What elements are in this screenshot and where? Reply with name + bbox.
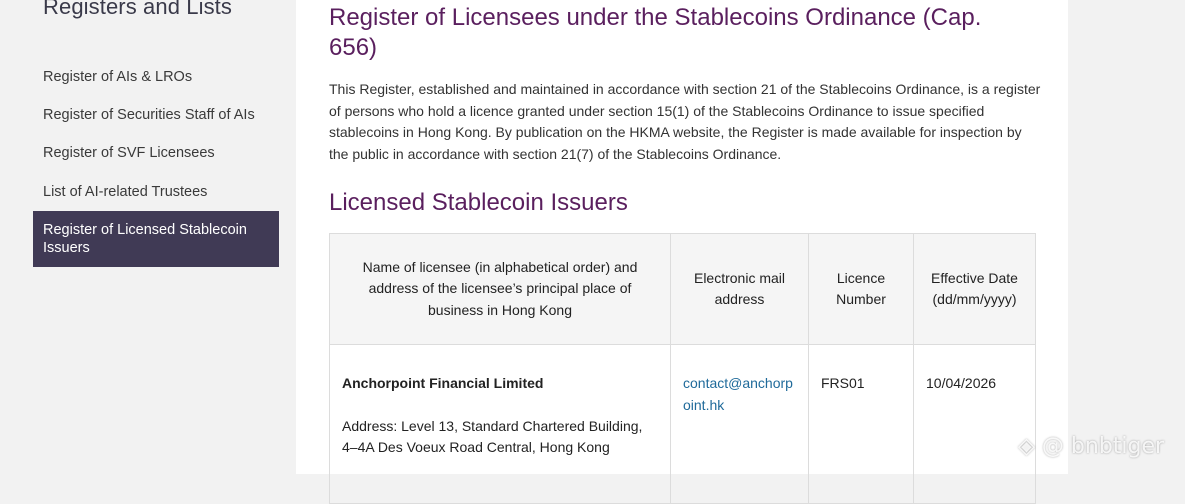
sidebar-item-licensed-stablecoin-issuers[interactable]: Register of Licensed Stablecoin Issuers <box>33 211 279 267</box>
page-title: Register of Licensees under the Stableco… <box>329 4 982 61</box>
sidebar-item-register-securities-staff[interactable]: Register of Securities Staff of AIs <box>43 106 278 125</box>
column-header-email: Electronic mail address <box>670 233 809 345</box>
cell-licence-number: FRS01 <box>808 344 914 504</box>
section-title: Licensed Stablecoin Issuers <box>329 189 628 216</box>
sidebar-item-ai-related-trustees[interactable]: List of AI-related Trustees <box>43 183 278 202</box>
column-header-licence-number: Licence Number <box>808 233 914 345</box>
cell-effective-date: 10/04/2026 <box>913 344 1036 504</box>
column-header-effective-date: Effective Date (dd/mm/yyyy) <box>913 233 1036 345</box>
sidebar-nav: Registers and Lists Register of AIs & LR… <box>0 0 296 474</box>
binance-square-icon: ◈ <box>1018 434 1035 459</box>
watermark-text: @ bnbtiger <box>1041 434 1165 459</box>
sidebar-item-register-ais-lros[interactable]: Register of AIs & LROs <box>43 68 278 87</box>
main-content: Register of Licensees under the Stableco… <box>296 0 1068 504</box>
column-header-licensee: Name of licensee (in alphabetical order)… <box>329 233 671 345</box>
licensee-name: Anchorpoint Financial Limited <box>342 375 544 391</box>
sidebar-item-register-svf-licensees[interactable]: Register of SVF Licensees <box>43 144 278 163</box>
table-row: Anchorpoint Financial Limited Address: L… <box>329 344 1036 504</box>
watermark: ◈ @ bnbtiger <box>1018 434 1164 459</box>
cell-email: contact@anchorpoint.hk <box>670 344 809 504</box>
sidebar-heading: Registers and Lists <box>43 0 232 19</box>
intro-paragraph: This Register, established and maintaine… <box>329 81 1041 162</box>
table-header-row: Name of licensee (in alphabetical order)… <box>329 233 1036 345</box>
email-link[interactable]: contact@anchorpoint.hk <box>683 375 793 413</box>
licensee-table: Name of licensee (in alphabetical order)… <box>329 233 1036 504</box>
licensee-address: Address: Level 13, Standard Chartered Bu… <box>342 417 643 456</box>
cell-licensee: Anchorpoint Financial Limited Address: L… <box>329 344 671 504</box>
licensee-table-container: Name of licensee (in alphabetical order)… <box>329 233 1036 504</box>
